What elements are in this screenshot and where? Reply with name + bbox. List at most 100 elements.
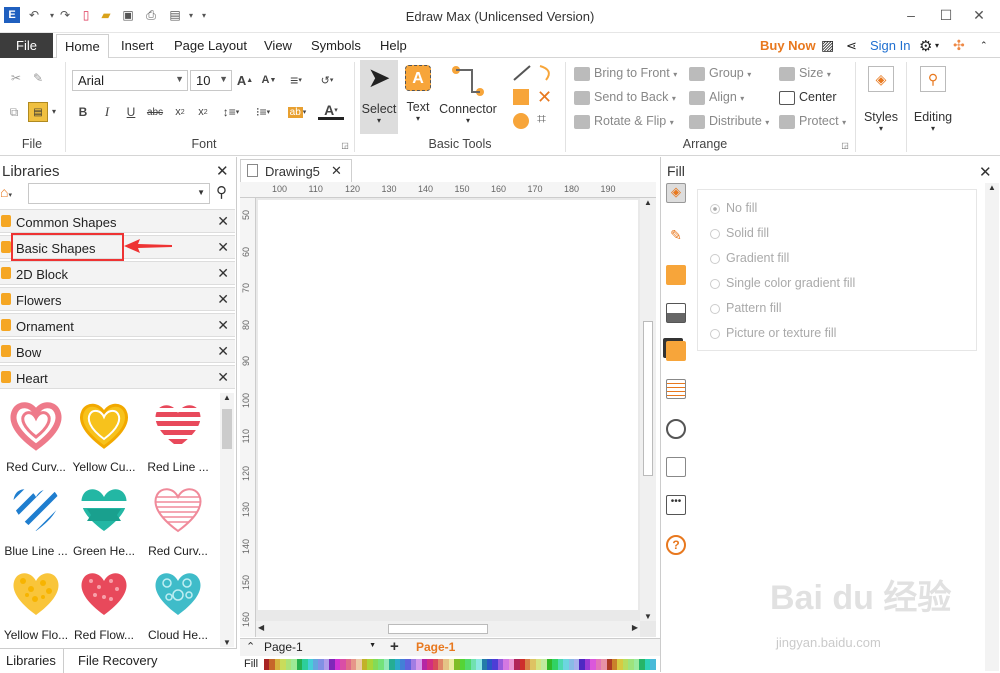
share-icon[interactable]: ⋖ bbox=[846, 33, 857, 58]
library-home-icon[interactable]: ⌂▾ bbox=[0, 184, 24, 204]
library-item[interactable]: Heart ✕ bbox=[0, 365, 235, 389]
close-icon[interactable]: ✕ bbox=[217, 317, 229, 334]
share-image-icon[interactable]: ▨ bbox=[821, 33, 834, 58]
fill-option-pattern[interactable]: Pattern fill bbox=[710, 301, 782, 315]
rectangle-tool-icon[interactable] bbox=[513, 89, 529, 105]
page-properties-icon[interactable] bbox=[666, 379, 686, 399]
scrollbar-thumb[interactable] bbox=[643, 321, 653, 476]
arrange-dialog-launcher-icon[interactable]: ◲ bbox=[840, 140, 850, 150]
shape-tile[interactable]: Red Line ... bbox=[142, 397, 214, 474]
library-search-input[interactable]: ▼ bbox=[28, 183, 210, 204]
line-tool-icon[interactable] bbox=[512, 64, 532, 82]
close-tab-icon[interactable]: ✕ bbox=[331, 163, 342, 179]
library-item[interactable]: Common Shapes ✕ bbox=[0, 209, 235, 233]
shape-tile[interactable]: Green He... bbox=[68, 481, 140, 558]
buy-now-link[interactable]: Buy Now bbox=[760, 33, 816, 58]
scroll-up-icon[interactable]: ▲ bbox=[985, 183, 999, 192]
horizontal-scrollbar[interactable]: ◀ ▶ bbox=[256, 621, 640, 637]
vertical-scrollbar[interactable]: ▲ ▼ bbox=[640, 198, 656, 621]
shape-tile[interactable]: Yellow Flo... bbox=[0, 565, 72, 642]
size-button[interactable]: Size ▾ bbox=[779, 66, 831, 81]
library-item[interactable]: 2D Block ✕ bbox=[0, 261, 235, 285]
tab-page-layout[interactable]: Page Layout bbox=[174, 33, 247, 58]
fill-option-no-fill[interactable]: No fill bbox=[710, 201, 757, 215]
line-spacing-icon[interactable]: ↕≡ ▾ bbox=[218, 104, 244, 120]
hyperlink-globe-icon[interactable] bbox=[666, 419, 686, 439]
close-panel-icon[interactable]: ✕ bbox=[979, 163, 992, 181]
help-icon[interactable]: ? bbox=[666, 535, 686, 555]
styles-button[interactable]: ◈ Styles ▾ bbox=[860, 64, 902, 150]
shape-tile[interactable]: Yellow Cu... bbox=[68, 397, 140, 474]
settings-gear-icon[interactable]: ⚙ bbox=[919, 33, 932, 58]
cut-icon[interactable]: ✂ bbox=[8, 70, 24, 86]
font-dialog-launcher-icon[interactable]: ◲ bbox=[340, 140, 350, 150]
editing-button[interactable]: ⚲ Editing ▾ bbox=[911, 64, 955, 150]
text-tool-button[interactable]: A Text ▾ bbox=[401, 62, 435, 134]
shape-tile[interactable]: Blue Line ... bbox=[0, 481, 72, 558]
tab-insert[interactable]: Insert bbox=[121, 33, 154, 58]
underline-icon[interactable]: U bbox=[124, 104, 138, 120]
drawing-page[interactable] bbox=[258, 200, 638, 610]
copy-icon[interactable]: ⧉ bbox=[6, 104, 22, 120]
tab-view[interactable]: View bbox=[264, 33, 292, 58]
bring-to-front-button[interactable]: Bring to Front ▾ bbox=[574, 66, 677, 81]
libraries-scrollbar[interactable]: ▲ ▼ bbox=[220, 393, 234, 647]
send-to-back-button[interactable]: Send to Back ▾ bbox=[574, 90, 676, 105]
fill-option-gradient[interactable]: Gradient fill bbox=[710, 251, 789, 265]
paste-icon[interactable]: ▤ bbox=[28, 102, 48, 122]
close-icon[interactable]: ✕ bbox=[217, 343, 229, 360]
close-icon[interactable]: ✕ bbox=[217, 265, 229, 282]
scrollbar-thumb[interactable] bbox=[222, 409, 232, 449]
crop-tool-icon[interactable]: ⌗ bbox=[537, 111, 546, 129]
shape-tile[interactable]: Red Curv... bbox=[0, 397, 72, 474]
comment-icon[interactable]: ••• bbox=[666, 495, 686, 515]
scroll-right-icon[interactable]: ▶ bbox=[632, 623, 638, 632]
library-item[interactable]: Flowers ✕ bbox=[0, 287, 235, 311]
scroll-up-icon[interactable]: ▲ bbox=[640, 198, 656, 207]
tab-file-recovery[interactable]: File Recovery bbox=[78, 653, 157, 668]
apps-icon[interactable]: ✣ bbox=[953, 33, 965, 58]
font-name-combo[interactable]: Arial ▼ bbox=[72, 70, 188, 91]
scroll-down-icon[interactable]: ▼ bbox=[640, 612, 656, 621]
shape-tile[interactable]: Red Curv... bbox=[142, 481, 214, 558]
add-page-icon[interactable]: + bbox=[390, 638, 399, 655]
text-align-icon[interactable]: ≡ ▾ bbox=[285, 72, 307, 88]
text-direction-icon[interactable]: ↺ ▾ bbox=[316, 72, 338, 88]
page-tab[interactable]: Page-1 bbox=[416, 640, 455, 654]
shadow-icon[interactable] bbox=[666, 265, 686, 285]
fill-bucket-icon[interactable]: ◈ bbox=[666, 183, 686, 203]
paste-dropdown-icon[interactable]: ▾ bbox=[50, 106, 58, 116]
italic-icon[interactable]: I bbox=[100, 104, 114, 120]
document-tab[interactable]: Drawing5 ✕ bbox=[240, 159, 352, 182]
line-pen-icon[interactable]: ✎ bbox=[666, 227, 686, 247]
panel-scrollbar[interactable]: ▲ bbox=[985, 183, 999, 671]
settings-dropdown-icon[interactable]: ▾ bbox=[935, 33, 939, 58]
bullet-list-icon[interactable]: ⁝≡ ▾ bbox=[250, 104, 276, 120]
select-tool-button[interactable]: ➤ Select ▾ bbox=[360, 60, 398, 134]
image-icon[interactable] bbox=[666, 303, 686, 323]
scroll-down-icon[interactable]: ▼ bbox=[220, 638, 234, 647]
fill-option-picture[interactable]: Picture or texture fill bbox=[710, 326, 836, 340]
tab-help[interactable]: Help bbox=[380, 33, 407, 58]
close-icon[interactable]: ✕ bbox=[217, 369, 229, 386]
fill-option-single-gradient[interactable]: Single color gradient fill bbox=[710, 276, 855, 290]
tab-libraries[interactable]: Libraries bbox=[0, 649, 64, 673]
grow-font-icon[interactable]: A ▲ bbox=[237, 72, 253, 88]
rotate-flip-button[interactable]: Rotate & Flip ▾ bbox=[574, 114, 674, 129]
cross-tool-icon[interactable]: ✕ bbox=[537, 87, 552, 108]
tab-symbols[interactable]: Symbols bbox=[311, 33, 361, 58]
highlight-color-icon[interactable]: ab ▾ bbox=[284, 104, 310, 120]
superscript-icon[interactable]: x2 bbox=[195, 104, 211, 120]
strikethrough-icon[interactable]: abc bbox=[146, 104, 164, 120]
minimize-icon[interactable]: – bbox=[896, 4, 926, 26]
close-window-icon[interactable]: ✕ bbox=[964, 4, 994, 26]
canvas-area[interactable]: 100 110 120 130 140 150 160 170 180 190 50 60 70 80 9… bbox=[240, 182, 656, 637]
protect-button[interactable]: Protect ▾ bbox=[779, 114, 846, 129]
shape-tile[interactable]: Cloud He... bbox=[142, 565, 214, 642]
color-swatches[interactable] bbox=[264, 659, 656, 670]
layer-icon[interactable] bbox=[666, 341, 686, 361]
page-select[interactable]: Page-1 ▼ bbox=[264, 640, 380, 655]
shrink-font-icon[interactable]: A ▼ bbox=[261, 72, 277, 88]
close-libraries-icon[interactable]: ✕ bbox=[216, 162, 229, 180]
font-color-icon[interactable]: A ▾ bbox=[318, 102, 344, 120]
